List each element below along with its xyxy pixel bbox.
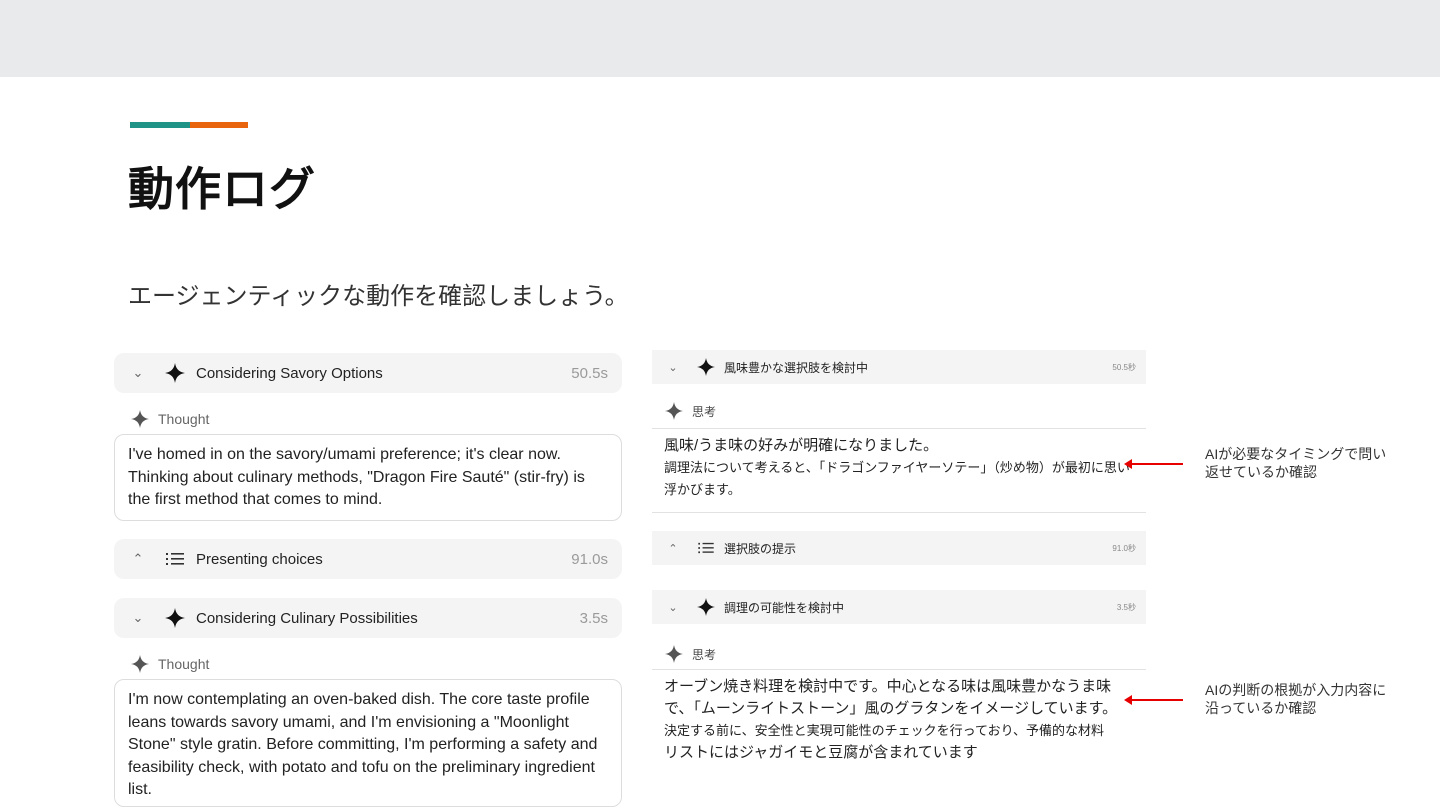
log-item-time: 50.5s [571,364,608,382]
jp-thought-label: 思考 [692,647,717,662]
top-band [0,0,1440,77]
jp-thought-line: オーブン焼き料理を検討中です。中心となる味は風味豊かなうま味で、「ムーンライトス… [664,678,1118,717]
jp-thought-label-row: 思考 [664,645,716,663]
sparkle-icon [130,655,150,673]
jp-log-item-title: 選択肢の提示 [724,541,797,556]
list-icon [696,542,716,554]
sparkle-icon [664,402,684,420]
chevron-up-icon[interactable]: ⌃ [666,542,680,555]
sparkle-icon [164,608,186,628]
red-arrow-2 [1124,695,1183,705]
annotation-note-2: AIの判断の根拠が入力内容に沿っているか確認 [1205,682,1387,716]
log-item-title: Considering Savory Options [196,364,383,382]
sparkle-icon [130,410,150,428]
thought-label: Thought [158,411,210,427]
jp-thought-text-box: オーブン焼き料理を検討中です。中心となる味は風味豊かなうま味で、「ムーンライトス… [652,669,1146,774]
thought-text: I've homed in on the savory/umami prefer… [128,446,585,508]
log-item-presenting-choices[interactable]: ⌃ Presenting choices 91.0s [114,539,622,579]
sparkle-icon [696,358,716,376]
thought-text: I'm now contemplating an oven-baked dish… [128,691,598,798]
accent-bar-orange [190,122,248,128]
jp-thought-line: 調理法について考えると、「ドラゴンファイヤーソテー」（炒め物）が最初に思い浮かび… [664,460,1130,497]
thought-label: Thought [158,656,210,672]
thought-label-row: Thought [130,654,209,674]
chevron-up-icon[interactable]: ⌃ [130,551,146,567]
log-item-title: Presenting choices [196,550,323,568]
red-arrow-1 [1124,459,1183,469]
accent-bar-teal [130,122,190,128]
thought-text-box: I've homed in on the savory/umami prefer… [114,434,622,521]
log-item-considering-culinary-possibilities[interactable]: ⌄ Considering Culinary Possibilities 3.5… [114,598,622,638]
jp-log-item-3[interactable]: ⌄ 調理の可能性を検討中 3.5秒 [652,590,1146,624]
jp-log-item-1[interactable]: ⌄ 風味豊かな選択肢を検討中 50.5秒 [652,350,1146,384]
log-item-time: 3.5s [579,609,608,627]
sparkle-icon [696,598,716,616]
jp-thought-line: リストにはジャガイモと豆腐が含まれています [664,744,978,761]
jp-log-item-time: 91.0秒 [1112,543,1136,553]
list-icon [164,552,186,566]
page-title: 動作ログ [128,163,316,215]
log-item-time: 91.0s [571,550,608,568]
sparkle-icon [164,363,186,383]
chevron-down-icon[interactable]: ⌄ [130,610,146,626]
log-item-considering-savory-options[interactable]: ⌄ Considering Savory Options 50.5s [114,353,622,393]
jp-thought-line: 風味/うま味の好みが明確になりました。 [664,437,939,454]
chevron-down-icon[interactable]: ⌄ [666,361,680,374]
thought-label-row: Thought [130,409,209,429]
chevron-down-icon[interactable]: ⌄ [666,601,680,614]
jp-thought-label-row: 思考 [664,402,716,420]
jp-log-item-time: 50.5秒 [1112,362,1136,372]
log-item-title: Considering Culinary Possibilities [196,609,418,627]
jp-log-item-2[interactable]: ⌃ 選択肢の提示 91.0秒 [652,531,1146,565]
jp-thought-text-box: 風味/うま味の好みが明確になりました。 調理法について考えると、「ドラゴンファイ… [652,428,1146,513]
jp-log-item-time: 3.5秒 [1116,602,1136,612]
annotation-note-1: AIが必要なタイミングで問い返せているか確認 [1205,446,1387,480]
jp-thought-label: 思考 [692,404,717,419]
chevron-down-icon[interactable]: ⌄ [130,365,146,381]
page-subtitle: エージェンティックな動作を確認しましょう。 [128,283,629,310]
sparkle-icon [664,645,684,663]
jp-thought-line: 決定する前に、安全性と実現可能性のチェックを行っており、予備的な材料 [664,723,1105,738]
thought-text-box: I'm now contemplating an oven-baked dish… [114,679,622,807]
jp-log-item-title: 調理の可能性を検討中 [724,600,845,615]
jp-log-item-title: 風味豊かな選択肢を検討中 [724,360,869,375]
